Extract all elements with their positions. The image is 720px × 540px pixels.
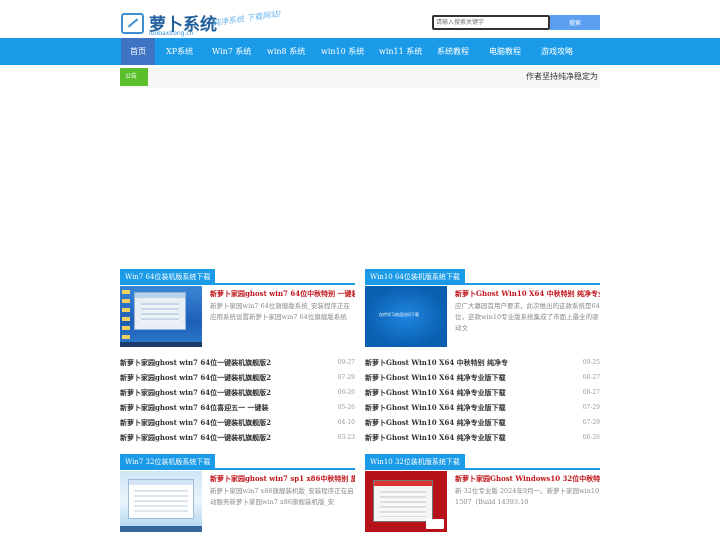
nav-item-win8[interactable]: win8 系统 (258, 38, 314, 65)
list-item-title[interactable]: 新萝卜家园ghost win7 64位一键装机旗舰版2 (120, 373, 271, 383)
featured-description: 应广大墓园首用户要求，此次推出的这款系统是64位，这款win10专业版系统集成了… (455, 302, 600, 332)
list-item-date: 09-25 (582, 359, 600, 366)
panel-title[interactable]: Win10 32位装机版系统下载 (365, 454, 465, 470)
nav-item-game-guide[interactable]: 游戏攻略 (532, 38, 582, 65)
featured-title[interactable]: 新萝卜家园ghost win7 sp1 x86中秋特别 旗舰版 (210, 474, 355, 484)
site-header: 萝卜系统 luobaxitong.cn 纯净系统 下载网站! 搜索 (0, 0, 720, 38)
article-list: 新萝卜家园ghost win7 64位一键装机旗舰版2 09-27 新萝卜家园gh… (120, 356, 355, 446)
featured-thumbnail[interactable] (120, 471, 202, 532)
panel-title[interactable]: Win7 64位装机版系统下载 (120, 269, 216, 285)
list-item: 新萝卜Ghost Win10 X64 纯净专业版下载 07-29 (365, 416, 600, 431)
list-item-date: 09-27 (337, 359, 355, 366)
win10-logo-icon (426, 519, 444, 529)
win7-32-desktop-image (120, 471, 202, 532)
featured-thumbnail[interactable] (120, 286, 202, 347)
featured-description: 新萝卜家园win7 x86旗舰装机版_安装程序正在启动服务新萝卜家园win7 x… (210, 487, 354, 506)
featured-title[interactable]: 新萝卜家园Ghost Windows10 32位中秋特别 纯净 (455, 474, 600, 484)
site-logo[interactable]: 萝卜系统 luobaxitong.cn 纯净系统 下载网站! (121, 9, 291, 37)
panel-header: Win7 32位装机版系统下载 (120, 454, 355, 470)
list-item-title[interactable]: 新萝卜家园ghost win7 64位一键装机旗舰版2 (120, 388, 271, 398)
list-item-date: 07-29 (337, 374, 355, 381)
featured-item: 新萝卜家园ghost win7 sp1 x86中秋特别 旗舰版 新萝卜家园win… (120, 471, 355, 533)
nav-item-home[interactable]: 首页 (121, 38, 155, 65)
list-item: 新萝卜家园ghost win7 64位一键装机旗舰版2 07-29 (120, 371, 355, 386)
logo-icon (121, 13, 144, 34)
list-item-title[interactable]: 新萝卜家园ghost win7 64位喜迎五一 一键装 (120, 403, 269, 413)
list-item: 新萝卜Ghost Win10 X64 纯净专业版下载 08-27 (365, 371, 600, 386)
panel-win7-64: Win7 64位装机版系统下载 新萝卜家园ghost win7 64位中秋特别 … (120, 269, 355, 446)
list-item-title[interactable]: 新萝卜Ghost Win10 X64 中秋特别 纯净专 (365, 358, 508, 368)
nav-item-xp[interactable]: XP系统 (157, 38, 202, 65)
featured-title[interactable]: 新萝卜家园ghost win7 64位中秋特别 一键装 (210, 289, 355, 299)
list-item: 新萝卜家园ghost win7 64位一键装机旗舰版2 09-27 (120, 356, 355, 371)
ad-space (120, 88, 600, 263)
list-item: 新萝卜Ghost Win10 X64 中秋特别 纯净专 09-25 (365, 356, 600, 371)
list-item: 新萝卜家园ghost win7 64位一键装机旗舰版2 04-10 (120, 416, 355, 431)
list-item-title[interactable]: 新萝卜Ghost Win10 X64 纯净专业版下载 (365, 433, 506, 443)
list-item-date: 06-26 (582, 434, 600, 441)
nav-item-win7[interactable]: Win7 系统 (203, 38, 260, 65)
article-list: 新萝卜Ghost Win10 X64 中秋特别 纯净专 09-25 新萝卜Ghos… (365, 356, 600, 446)
list-item: 新萝卜家园ghost win7 64位一键装机旗舰版2 06-26 (120, 386, 355, 401)
list-item-date: 03-23 (337, 434, 355, 441)
list-item-title[interactable]: 新萝卜家园ghost win7 64位一键装机旗舰版2 (120, 358, 271, 368)
main-nav: 首页 XP系统 Win7 系统 win8 系统 win10 系统 win11 系… (0, 38, 720, 65)
list-item-title[interactable]: 新萝卜Ghost Win10 X64 纯净专业版下载 (365, 403, 506, 413)
list-item-date: 07-29 (582, 404, 600, 411)
list-item-title[interactable]: 新萝卜家园ghost win7 64位一键装机旗舰版2 (120, 433, 271, 443)
list-item: 新萝卜Ghost Win10 X64 纯净专业版下载 07-29 (365, 401, 600, 416)
nav-item-sys-tutorial[interactable]: 系统教程 (428, 38, 478, 65)
list-item-title[interactable]: 新萝卜Ghost Win10 X64 纯净专业版下载 (365, 388, 506, 398)
nav-item-win11[interactable]: win11 系统 (370, 38, 431, 65)
featured-item: 新萝卜家园ghost win7 64位中秋特别 一键装 新萝卜家园win7 64… (120, 286, 355, 348)
featured-title[interactable]: 新萝卜Ghost Win10 X64 中秋特别 纯净专业版 (455, 289, 600, 299)
panel-win7-32: Win7 32位装机版系统下载 新萝卜家园ghost win7 sp1 x86中… (120, 454, 355, 533)
list-item-title[interactable]: 新萝卜Ghost Win10 X64 纯净专业版下载 (365, 418, 506, 428)
panel-win10-64: Win10 64位装机版系统下载 仅供学习欢迎访问下载 新萝卜Ghost Win… (365, 269, 600, 446)
featured-description: 新萝卜家园win7 64位旗舰版系统_安装程序正在应用系统设置新萝卜家园win7… (210, 302, 351, 321)
win10-32-desktop-image (365, 471, 447, 532)
search-button[interactable]: 搜索 (550, 15, 600, 30)
win10-desktop-image: 仅供学习欢迎访问下载 (365, 286, 447, 347)
list-item-date: 07-29 (582, 419, 600, 426)
featured-item: 仅供学习欢迎访问下载 新萝卜Ghost Win10 X64 中秋特别 纯净专业版… (365, 286, 600, 348)
list-item-date: 06-26 (337, 389, 355, 396)
logo-slogan: 纯净系统 下载网站! (211, 9, 283, 28)
panel-title[interactable]: Win10 64位装机版系统下载 (365, 269, 465, 285)
panel-win10-32: Win10 32位装机版系统下载 新萝卜家园Ghost Windows10 32… (365, 454, 600, 533)
list-item: 新萝卜家园ghost win7 64位喜迎五一 一键装 05-26 (120, 401, 355, 416)
featured-description: 新 32位专业版 2024年9月一。新萝卜家园win10 1507（Build … (455, 487, 600, 506)
list-item: 新萝卜Ghost Win10 X64 纯净专业版下载 08-27 (365, 386, 600, 401)
notice-tag: 公告 (120, 68, 148, 86)
list-item: 新萝卜Ghost Win10 X64 纯净专业版下载 06-26 (365, 431, 600, 446)
featured-thumbnail[interactable] (365, 471, 447, 532)
list-item-date: 08-27 (582, 389, 600, 396)
panel-title[interactable]: Win7 32位装机版系统下载 (120, 454, 216, 470)
thumbnail-caption: 仅供学习欢迎访问下载 (379, 312, 419, 317)
list-item-date: 04-10 (337, 419, 355, 426)
list-item-title[interactable]: 新萝卜家园ghost win7 64位一键装机旗舰版2 (120, 418, 271, 428)
logo-domain: luobaxitong.cn (149, 30, 194, 37)
win7-desktop-image (120, 286, 202, 347)
nav-item-pc-tutorial[interactable]: 电脑教程 (480, 38, 530, 65)
panel-header: Win7 64位装机版系统下载 (120, 269, 355, 285)
notice-text[interactable]: 作者坚持纯净稳定为 (526, 71, 598, 82)
nav-item-win10[interactable]: win10 系统 (312, 38, 373, 65)
search-input[interactable] (432, 15, 550, 30)
list-item-date: 05-26 (337, 404, 355, 411)
panel-header: Win10 32位装机版系统下载 (365, 454, 600, 470)
notice-bar: 公告 作者坚持纯净稳定为 (120, 68, 600, 88)
list-item: 新萝卜家园ghost win7 64位一键装机旗舰版2 03-23 (120, 431, 355, 446)
panel-header: Win10 64位装机版系统下载 (365, 269, 600, 285)
list-item-date: 08-27 (582, 374, 600, 381)
list-item-title[interactable]: 新萝卜Ghost Win10 X64 纯净专业版下载 (365, 373, 506, 383)
featured-thumbnail[interactable]: 仅供学习欢迎访问下载 (365, 286, 447, 347)
featured-item: 新萝卜家园Ghost Windows10 32位中秋特别 纯净 新 32位专业版… (365, 471, 600, 533)
